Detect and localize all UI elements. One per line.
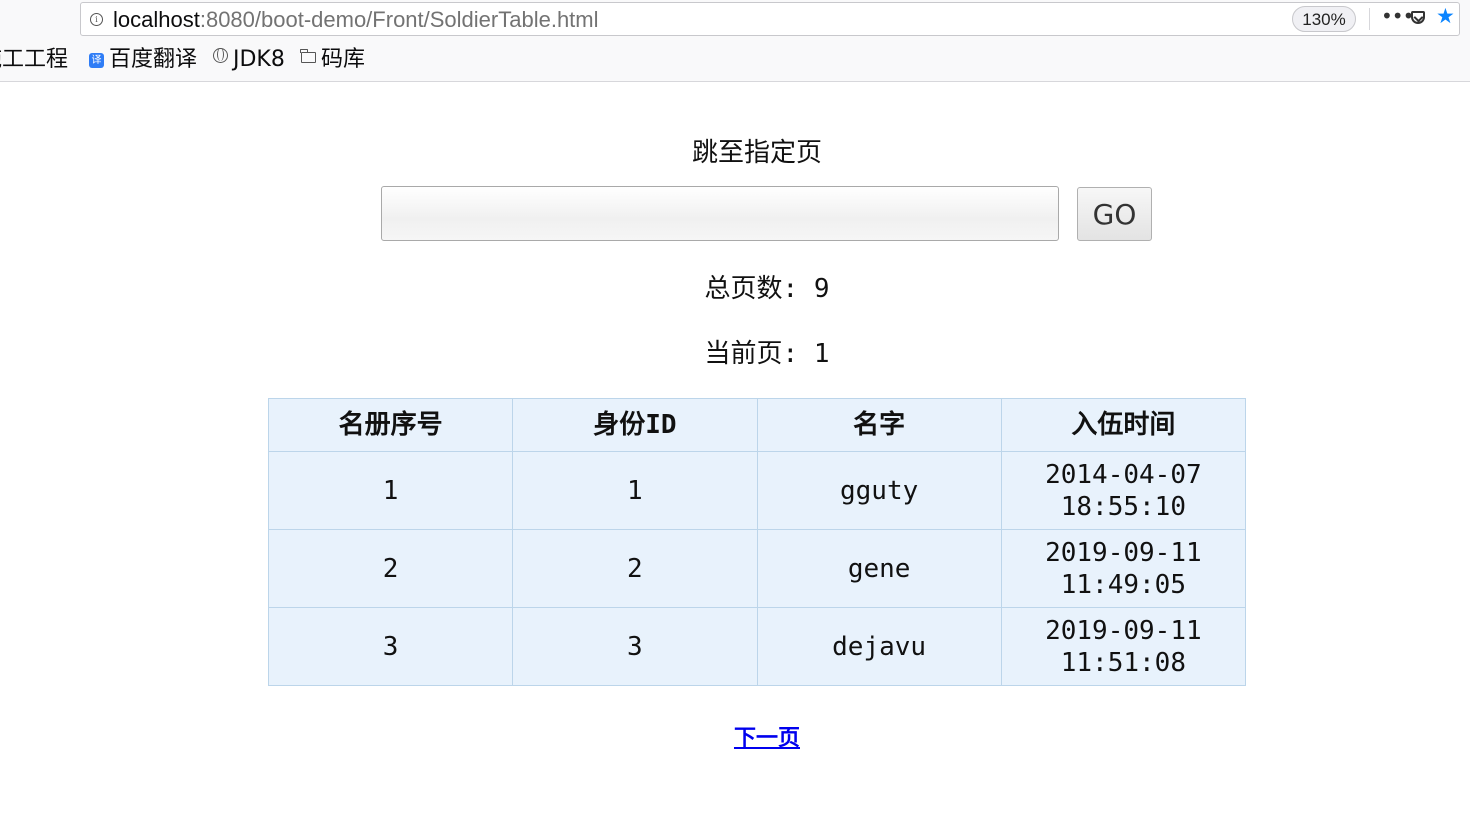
table-row: 2 2 gene 2019-09-11 11:49:05 [267, 529, 1247, 608]
table-header-row: 名册序号 身份ID 名字 入伍时间 [267, 398, 1247, 452]
cell-name: dejavu [756, 607, 1002, 686]
column-header-enlist-time: 入伍时间 [1000, 398, 1247, 452]
cell-roster-no: 2 [267, 529, 514, 608]
cell-name: gene [756, 529, 1002, 608]
cell-enlist-time: 2014-04-07 18:55:10 [1000, 451, 1247, 530]
bookmark-item-code-repo[interactable]: 码库 [300, 44, 366, 76]
site-info-icon[interactable]: i [90, 13, 103, 26]
next-page-container: 下一页 [0, 724, 1470, 754]
bookmarks-toolbar: 施工工程 译百度翻译 JDK8 码库 [0, 44, 1470, 76]
cell-roster-no: 1 [267, 451, 514, 530]
bookmark-item-construction[interactable]: 施工工程 [0, 44, 68, 76]
jump-to-page-label: 跳至指定页 [691, 138, 822, 168]
pocket-icon[interactable] [1411, 11, 1425, 24]
cell-id: 2 [512, 529, 758, 608]
url-path: :8080/boot-demo/Front/SoldierTable.html [199, 7, 599, 32]
enlist-date: 2019-09-11 [1045, 615, 1202, 646]
next-page-link[interactable]: 下一页 [734, 726, 800, 751]
bookmark-label: JDK8 [233, 47, 285, 72]
column-header-roster-no: 名册序号 [267, 398, 514, 452]
zoom-level-badge[interactable]: 130% [1292, 6, 1356, 32]
enlist-date: 2014-04-07 [1045, 459, 1202, 490]
baidu-translate-icon: 译 [89, 53, 104, 68]
bookmark-item-baidu-translate[interactable]: 译百度翻译 [89, 44, 197, 76]
bookmark-label: 百度翻译 [109, 47, 198, 72]
globe-icon [213, 48, 228, 63]
page-number-input[interactable] [381, 186, 1059, 241]
bookmark-star-icon[interactable]: ★ [1436, 4, 1455, 28]
column-header-name: 名字 [756, 398, 1002, 452]
soldier-table: 名册序号 身份ID 名字 入伍时间 1 1 gguty 2014-04-07 18… [267, 398, 1247, 686]
address-bar[interactable]: i localhost:8080/boot-demo/Front/Soldier… [80, 2, 1460, 36]
address-bar-divider [1369, 8, 1370, 30]
cell-id: 3 [512, 607, 758, 686]
table-row: 1 1 gguty 2014-04-07 18:55:10 [267, 451, 1247, 530]
table-row: 3 3 dejavu 2019-09-11 11:51:08 [267, 607, 1247, 686]
url-host: localhost [113, 7, 200, 32]
column-header-id: 身份ID [512, 398, 758, 452]
enlist-date: 2019-09-11 [1045, 537, 1202, 568]
enlist-clock-time: 11:51:08 [1060, 647, 1186, 678]
enlist-clock-time: 18:55:10 [1060, 491, 1186, 522]
page-actions-more-icon[interactable]: ••• [1381, 4, 1414, 28]
go-button[interactable]: GO [1077, 187, 1152, 241]
bookmark-item-jdk8[interactable]: JDK8 [213, 44, 285, 76]
total-pages-text: 总页数: 9 [704, 274, 830, 304]
current-page-text: 当前页: 1 [704, 339, 830, 369]
enlist-clock-time: 11:49:05 [1060, 569, 1186, 600]
cell-enlist-time: 2019-09-11 11:51:08 [1000, 607, 1247, 686]
folder-icon [300, 49, 316, 63]
cell-id: 1 [512, 451, 758, 530]
cell-enlist-time: 2019-09-11 11:49:05 [1000, 529, 1247, 608]
cell-roster-no: 3 [267, 607, 514, 686]
browser-toolbar: i localhost:8080/boot-demo/Front/Soldier… [0, 0, 1470, 82]
cell-name: gguty [756, 451, 1002, 530]
bookmark-label: 施工工程 [0, 47, 69, 72]
bookmark-label: 码库 [321, 47, 366, 72]
url-text[interactable]: localhost:8080/boot-demo/Front/SoldierTa… [113, 7, 599, 33]
